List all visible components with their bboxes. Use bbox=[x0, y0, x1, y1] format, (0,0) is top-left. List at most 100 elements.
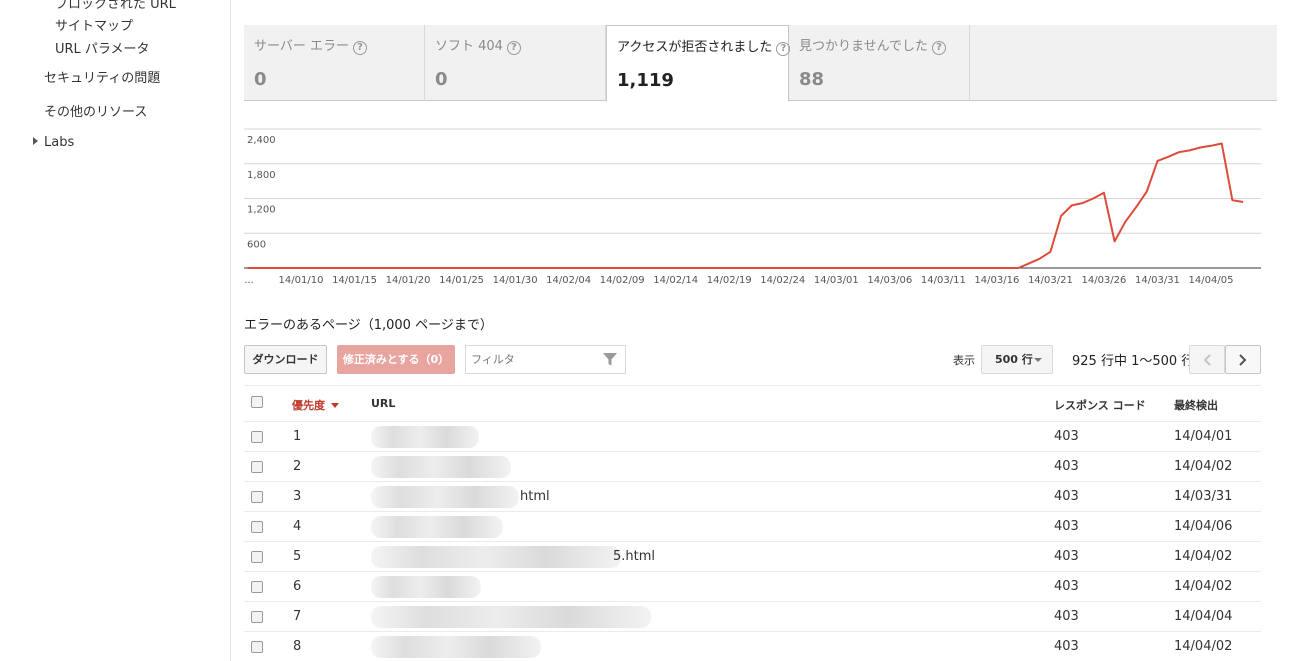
response-code-cell: 403 bbox=[1054, 549, 1079, 564]
errors-line-chart: 600 1,200 1,800 2,400... 14/01/10 14/01/15 14/… bbox=[244, 118, 1264, 293]
column-header-response-code[interactable]: レスポンス コード bbox=[1054, 397, 1146, 413]
last-detected-cell: 14/03/31 bbox=[1174, 489, 1233, 504]
table-row[interactable]: 3 html 403 14/03/31 bbox=[244, 482, 1261, 512]
x-tick-label: 14/04/05 bbox=[1189, 275, 1234, 286]
table-header-row: 優先度 URL レスポンス コード 最終検出 bbox=[244, 385, 1261, 422]
table-row[interactable]: 6 403 14/04/02 bbox=[244, 572, 1261, 602]
sidebar-item-sitemaps[interactable]: サイトマップ bbox=[55, 15, 133, 34]
filter-input[interactable] bbox=[466, 346, 596, 373]
download-button[interactable]: ダウンロード bbox=[244, 345, 327, 374]
table-row[interactable]: 4 403 14/04/06 bbox=[244, 512, 1261, 542]
priority-cell: 5 bbox=[293, 549, 302, 564]
table-row[interactable]: 2 403 14/04/02 bbox=[244, 452, 1261, 482]
x-tick-label: 14/02/14 bbox=[653, 275, 698, 286]
column-header-priority[interactable]: 優先度 bbox=[292, 397, 339, 413]
priority-cell: 7 bbox=[293, 609, 302, 624]
redacted-url bbox=[371, 576, 481, 598]
sidebar-item-other-resources[interactable]: その他のリソース bbox=[44, 101, 147, 120]
sidebar-item-security[interactable]: セキュリティの問題 bbox=[44, 67, 160, 86]
mark-as-fixed-button[interactable]: 修正済みとする（0） bbox=[337, 345, 455, 374]
last-detected-cell: 14/04/02 bbox=[1174, 549, 1233, 564]
last-detected-cell: 14/04/02 bbox=[1174, 459, 1233, 474]
row-checkbox[interactable] bbox=[251, 431, 263, 443]
row-checkbox[interactable] bbox=[251, 581, 263, 593]
next-page-button[interactable] bbox=[1225, 345, 1261, 374]
filter-funnel-icon[interactable] bbox=[603, 353, 617, 366]
redacted-url bbox=[371, 456, 511, 478]
x-tick-label: 14/03/16 bbox=[974, 275, 1019, 286]
section-title: エラーのあるページ（1,000 ページまで） bbox=[244, 318, 493, 333]
table-row[interactable]: 8 403 14/04/02 bbox=[244, 632, 1261, 661]
row-checkbox[interactable] bbox=[251, 521, 263, 533]
row-checkbox[interactable] bbox=[251, 641, 263, 653]
redacted-url bbox=[371, 546, 621, 568]
redacted-url bbox=[371, 426, 479, 448]
sidebar-item-labs[interactable]: Labs bbox=[33, 135, 74, 150]
sidebar-item-url-parameters[interactable]: URL パラメータ bbox=[55, 38, 150, 57]
last-detected-cell: 14/04/06 bbox=[1174, 519, 1233, 534]
last-detected-cell: 14/04/02 bbox=[1174, 639, 1233, 654]
tab-soft-404[interactable]: ソフト 404? 0 bbox=[425, 25, 606, 101]
sort-descending-icon bbox=[331, 403, 339, 408]
error-type-tabs: サーバー エラー? 0 ソフト 404? 0 アクセスが拒否されました? 1,1… bbox=[244, 25, 1277, 102]
tab-access-denied[interactable]: アクセスが拒否されました? 1,119 bbox=[606, 25, 791, 102]
x-tick-label: 14/01/10 bbox=[279, 275, 324, 286]
column-header-url[interactable]: URL bbox=[371, 397, 395, 410]
help-icon[interactable]: ? bbox=[931, 41, 946, 55]
x-tick-label: 14/01/30 bbox=[493, 275, 538, 286]
x-tick-label: 14/03/26 bbox=[1081, 275, 1126, 286]
url-suffix: html bbox=[520, 489, 550, 504]
help-icon[interactable]: ? bbox=[353, 41, 368, 55]
rows-per-page-select[interactable]: 500 行 bbox=[981, 345, 1053, 374]
help-icon[interactable]: ? bbox=[506, 41, 521, 55]
column-header-last-detected[interactable]: 最終検出 bbox=[1174, 397, 1218, 413]
tab-count: 1,119 bbox=[617, 70, 674, 91]
x-tick-label: 14/03/11 bbox=[921, 275, 966, 286]
response-code-cell: 403 bbox=[1054, 609, 1079, 624]
tab-count: 0 bbox=[435, 69, 448, 90]
previous-page-button[interactable] bbox=[1189, 345, 1225, 374]
last-detected-cell: 14/04/02 bbox=[1174, 579, 1233, 594]
row-checkbox[interactable] bbox=[251, 611, 263, 623]
y-tick-label: 600 bbox=[247, 239, 266, 250]
url-suffix: 5.html bbox=[613, 549, 656, 564]
expand-triangle-icon bbox=[33, 137, 38, 145]
table-row[interactable]: 7 403 14/04/04 bbox=[244, 602, 1261, 632]
priority-cell: 2 bbox=[293, 459, 302, 474]
response-code-cell: 403 bbox=[1054, 579, 1079, 594]
filter-field bbox=[465, 345, 626, 374]
row-checkbox[interactable] bbox=[251, 551, 263, 563]
tab-label: ソフト 404 bbox=[435, 39, 503, 54]
last-detected-cell: 14/04/04 bbox=[1174, 609, 1233, 624]
sidebar-item-blocked-urls[interactable]: ブロックされた URL bbox=[55, 0, 176, 12]
redacted-url bbox=[371, 516, 503, 538]
priority-cell: 6 bbox=[293, 579, 302, 594]
priority-cell: 8 bbox=[293, 639, 302, 654]
chevron-left-icon bbox=[1203, 354, 1211, 366]
x-tick-label: 14/01/25 bbox=[439, 275, 484, 286]
tab-server-error[interactable]: サーバー エラー? 0 bbox=[244, 25, 425, 101]
y-tick-label: 1,200 bbox=[247, 205, 276, 216]
sidebar: ブロックされた URL サイトマップ URL パラメータ セキュリティの問題 そ… bbox=[0, 0, 231, 661]
x-tick-label: 14/02/24 bbox=[760, 275, 805, 286]
table-row[interactable]: 5 5.html 403 14/04/02 bbox=[244, 542, 1261, 572]
x-tick-label: 14/01/20 bbox=[386, 275, 431, 286]
row-checkbox[interactable] bbox=[251, 461, 263, 473]
sidebar-item-label: Labs bbox=[44, 135, 75, 150]
table-row[interactable]: 1 403 14/04/01 bbox=[244, 422, 1261, 452]
priority-cell: 4 bbox=[293, 519, 302, 534]
pagination-range: 925 行中 1〜500 行 bbox=[1072, 354, 1195, 369]
row-checkbox[interactable] bbox=[251, 491, 263, 503]
error-pages-table: 優先度 URL レスポンス コード 最終検出 1 403 14/04/01 2 … bbox=[244, 385, 1261, 661]
response-code-cell: 403 bbox=[1054, 459, 1079, 474]
response-code-cell: 403 bbox=[1054, 429, 1079, 444]
select-all-checkbox[interactable] bbox=[251, 396, 263, 408]
tab-not-found[interactable]: 見つかりませんでした? 88 bbox=[789, 25, 970, 101]
x-tick-label: 14/03/01 bbox=[814, 275, 859, 286]
priority-cell: 3 bbox=[293, 489, 302, 504]
redacted-url bbox=[371, 636, 541, 658]
last-detected-cell: 14/04/01 bbox=[1174, 429, 1233, 444]
sidebar-item-label: セキュリティの問題 bbox=[44, 71, 161, 86]
x-tick-label: 14/02/04 bbox=[546, 275, 591, 286]
redacted-url bbox=[371, 486, 519, 508]
